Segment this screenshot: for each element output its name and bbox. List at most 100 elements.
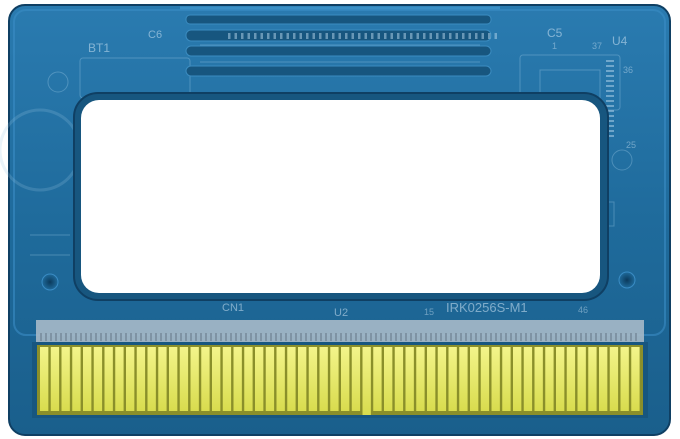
strip-tick — [385, 333, 387, 341]
edge-pin — [212, 347, 221, 411]
strip-tick — [415, 333, 417, 341]
ic-pin — [397, 33, 400, 39]
ic-pin — [286, 33, 289, 39]
ic-pin — [325, 33, 328, 39]
strip-tick — [350, 333, 352, 341]
strip-tick — [635, 333, 637, 341]
strip-tick — [620, 333, 622, 341]
ic-pin — [606, 65, 614, 67]
edge-pin — [244, 347, 253, 411]
silk-u4: U4 — [612, 34, 628, 48]
ic-pin — [280, 33, 283, 39]
strip-tick — [220, 333, 222, 341]
strip-tick — [370, 333, 372, 341]
ic-pin — [254, 33, 257, 39]
edge-pin — [115, 347, 124, 411]
strip-tick — [265, 333, 267, 341]
ic-pin — [351, 33, 354, 39]
strip-tick — [545, 333, 547, 341]
strip-tick — [360, 333, 362, 341]
edge-pin — [136, 347, 146, 411]
strip-tick — [285, 333, 287, 341]
edge-pin — [93, 347, 103, 411]
strip-tick — [205, 333, 207, 341]
strip-tick — [250, 333, 252, 341]
strip-tick — [185, 333, 187, 341]
ic-pin — [455, 33, 458, 39]
strip-tick — [535, 333, 537, 341]
edge-pin — [255, 347, 264, 411]
edge-pin — [502, 347, 511, 411]
strip-tick — [340, 333, 342, 341]
edge-pin — [534, 347, 543, 411]
strip-tick — [540, 333, 542, 341]
ic-pin — [228, 33, 231, 39]
edge-pin — [83, 347, 92, 411]
ic-pin — [606, 80, 614, 82]
edge-pin — [330, 347, 339, 411]
strip-tick — [455, 333, 457, 341]
edge-pin — [72, 347, 81, 411]
ic-pin — [345, 33, 348, 39]
ic-pin — [293, 33, 296, 39]
strip-tick — [425, 333, 427, 341]
ic-pin — [606, 60, 614, 62]
ic-pin — [436, 33, 439, 39]
edge-pin — [362, 347, 371, 415]
ic-pin — [241, 33, 244, 39]
ic-pin — [384, 33, 387, 39]
silk-bt1: BT1 — [88, 41, 110, 55]
mounting-hole-left — [41, 273, 59, 291]
strip-tick — [450, 333, 452, 341]
strip-tick — [465, 333, 467, 341]
strip-tick — [590, 333, 592, 341]
ic-pin — [488, 33, 491, 39]
edge-pin — [126, 347, 135, 411]
strip-tick — [315, 333, 317, 341]
edge-pin — [298, 347, 307, 411]
strip-tick — [180, 333, 182, 341]
ic-pin — [462, 33, 465, 39]
silk-c5: C5 — [547, 26, 563, 40]
strip-tick — [230, 333, 232, 341]
edge-pin — [179, 347, 189, 411]
strip-tick — [275, 333, 277, 341]
strip-tick — [625, 333, 627, 341]
edge-pin — [384, 347, 393, 411]
ic-pin — [606, 90, 614, 92]
mounting-hole-right — [618, 271, 636, 289]
ic-pin — [423, 33, 426, 39]
edge-pin — [480, 347, 490, 411]
strip-tick — [380, 333, 382, 341]
ic-pin — [606, 85, 614, 87]
edge-pin — [351, 347, 361, 411]
ic-pin — [475, 33, 478, 39]
strip-tick — [140, 333, 142, 341]
strip-tick — [445, 333, 447, 341]
strip-tick — [600, 333, 602, 341]
edge-pin — [491, 347, 500, 411]
edge-pin — [459, 347, 468, 411]
ic-pin — [260, 33, 263, 39]
edge-pin — [405, 347, 414, 411]
ic-pin — [267, 33, 270, 39]
edge-pin — [341, 347, 350, 411]
strip-tick — [515, 333, 517, 341]
edge-pin — [104, 347, 113, 411]
silk-cn1: CN1 — [222, 302, 244, 314]
ic-pin — [606, 75, 614, 77]
strip-tick — [615, 333, 617, 341]
ic-pin — [403, 33, 406, 39]
ic-pin — [312, 33, 315, 39]
strip-tick — [490, 333, 492, 341]
ic-pin — [449, 33, 452, 39]
strip-tick — [190, 333, 192, 341]
strip-tick — [130, 333, 132, 341]
strip-tick — [565, 333, 567, 341]
strip-tick — [135, 333, 137, 341]
strip-tick — [550, 333, 552, 341]
game-cartridge: BT1 C6 C5 U4 1 37 36 25 CN1 U2 15 IRK025… — [0, 4, 671, 436]
strip-tick — [85, 333, 87, 341]
ic-pin — [332, 33, 335, 39]
edge-pin — [319, 347, 328, 411]
